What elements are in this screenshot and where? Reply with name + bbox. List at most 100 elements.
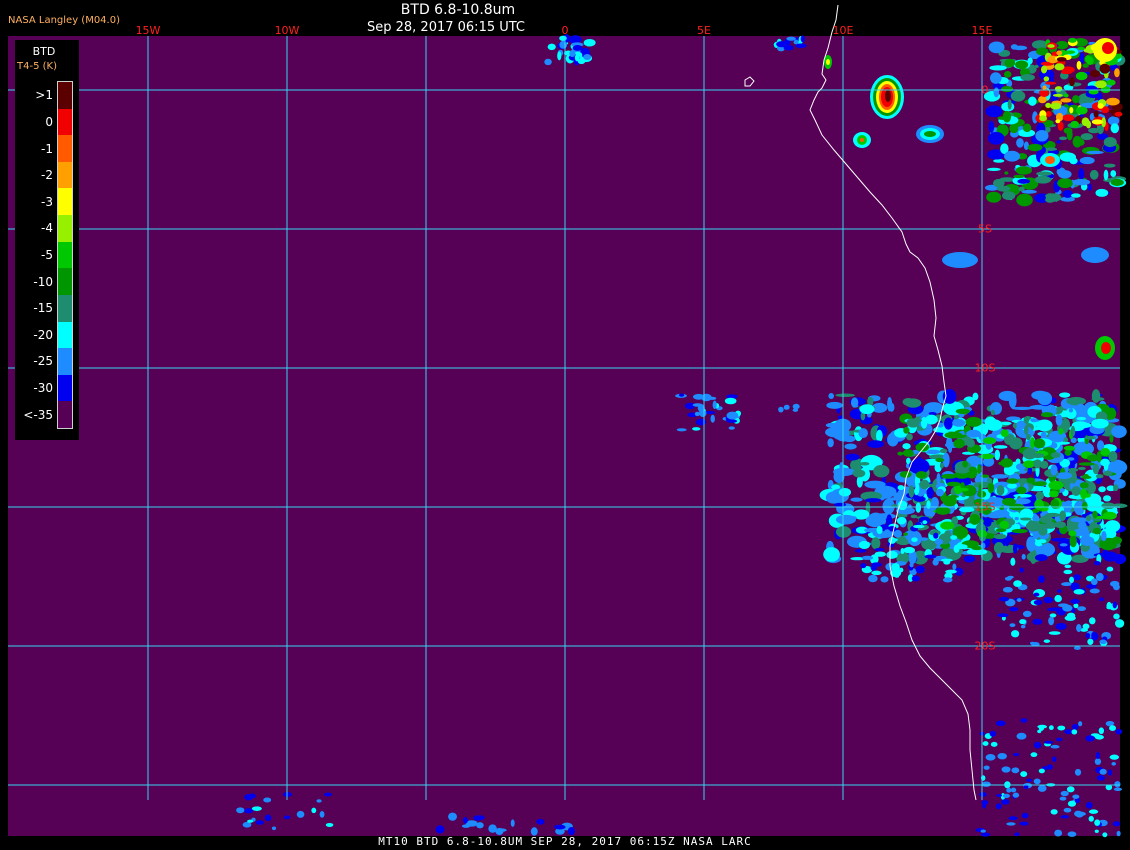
cloud-patch <box>1085 515 1092 522</box>
cloud-patch <box>1059 510 1067 522</box>
cloud-patch <box>833 467 855 477</box>
cloud-patch <box>1070 599 1080 604</box>
cloud-patch <box>1083 493 1091 498</box>
cloud-patch <box>1079 482 1089 489</box>
cloud-patch <box>1056 50 1063 56</box>
cloud-patch <box>1100 448 1111 456</box>
cloud-patch <box>1062 604 1073 612</box>
cloud-patch <box>946 481 961 487</box>
cloud-patch <box>1077 466 1086 471</box>
cloud-patch <box>1016 732 1027 740</box>
cloud-patch <box>883 529 891 536</box>
cloud-patch <box>1068 530 1077 537</box>
cloud-patch <box>311 807 317 814</box>
cloud-patch <box>996 185 1011 192</box>
cloud-patch <box>463 816 468 824</box>
cloud-patch <box>880 576 889 583</box>
cloud-patch <box>1094 734 1104 740</box>
cloud-patch <box>1114 68 1120 78</box>
cloud-patch <box>1040 412 1054 418</box>
cloud-patch <box>1014 516 1019 521</box>
cloud-patch <box>544 58 552 66</box>
cloud-patch <box>244 808 254 814</box>
cloud-patch <box>1035 491 1044 500</box>
cloud-patch <box>1037 539 1047 544</box>
cloud-patch <box>1067 800 1077 807</box>
cloud-patch <box>985 105 1003 118</box>
cloud-patch <box>1112 821 1121 827</box>
cloud-patch <box>904 398 922 408</box>
cloud-patch <box>1022 123 1032 133</box>
cloud-patch <box>1034 499 1044 510</box>
cloud-patch <box>1002 793 1010 799</box>
cloud-patch <box>1011 630 1020 638</box>
cloud-patch <box>1038 95 1047 104</box>
cloud-patch <box>996 793 1003 797</box>
cloud-patch <box>1089 617 1096 625</box>
cloud-patch <box>1055 737 1063 742</box>
cloud-patch <box>953 438 965 449</box>
cloud-patch <box>1007 99 1012 110</box>
legend-value-label: <-35 <box>23 407 53 422</box>
cloud-patch <box>1037 784 1047 792</box>
cloud-patch <box>1055 414 1063 426</box>
cloud-patch <box>1054 63 1065 71</box>
cloud-patch <box>1047 44 1055 48</box>
cloud-patch <box>1073 646 1081 650</box>
cloud-patch <box>1078 721 1083 727</box>
cloud-patch <box>1071 486 1081 496</box>
cloud-patch <box>553 824 566 830</box>
cloud-patch <box>1078 168 1085 181</box>
cloud-patch <box>982 802 987 809</box>
cloud-patch <box>1099 639 1107 645</box>
cloud-patch <box>1001 766 1011 773</box>
cloud-patch <box>1054 594 1062 603</box>
cloud-patch <box>1068 408 1074 413</box>
cloud-patch <box>919 479 930 490</box>
cloud-patch <box>988 41 1005 54</box>
cloud-patch <box>1112 601 1118 609</box>
cloud-patch <box>924 131 936 137</box>
cloud-patch <box>510 819 515 827</box>
cloud-patch <box>572 45 583 51</box>
cloud-patch <box>915 565 925 574</box>
legend-value-label: -10 <box>33 274 53 289</box>
cloud-patch <box>800 35 805 43</box>
cloud-patch <box>963 555 976 563</box>
cloud-patch <box>944 431 963 439</box>
cloud-patch <box>1091 418 1109 429</box>
cloud-patch <box>1072 794 1080 799</box>
cloud-patch <box>1036 419 1053 432</box>
cloud-patch <box>1078 462 1095 466</box>
cloud-patch <box>1066 612 1076 619</box>
cloud-patch <box>897 500 908 511</box>
cloud-patch <box>968 466 977 473</box>
cloud-patch <box>902 443 911 450</box>
cloud-patch <box>1059 796 1067 801</box>
cloud-patch <box>943 417 953 430</box>
cloud-patch <box>776 41 788 48</box>
cloud-patch <box>1106 605 1112 610</box>
cloud-patch <box>1016 138 1024 148</box>
cloud-patch <box>1098 486 1106 493</box>
cloud-patch <box>695 418 707 426</box>
cloud-patch <box>868 574 878 583</box>
cloud-patch <box>1111 425 1127 438</box>
cloud-patch <box>1110 178 1124 186</box>
cloud-patch <box>1013 498 1031 505</box>
cloud-patch <box>915 502 922 513</box>
cloud-patch <box>828 393 835 399</box>
cloud-patch <box>972 392 979 401</box>
cloud-patch <box>1106 97 1120 106</box>
cloud-patch <box>255 820 264 825</box>
cloud-patch <box>778 406 784 413</box>
cloud-patch <box>1099 597 1104 602</box>
cloud-patch <box>1080 536 1095 546</box>
legend-value-label: -5 <box>41 248 53 262</box>
cloud-patch <box>476 822 484 829</box>
cloud-patch <box>1037 729 1042 734</box>
cloud-patch <box>886 550 898 559</box>
legend-swatch <box>58 321 72 349</box>
cloud-patch <box>903 546 915 554</box>
cloud-patch <box>995 528 1007 533</box>
